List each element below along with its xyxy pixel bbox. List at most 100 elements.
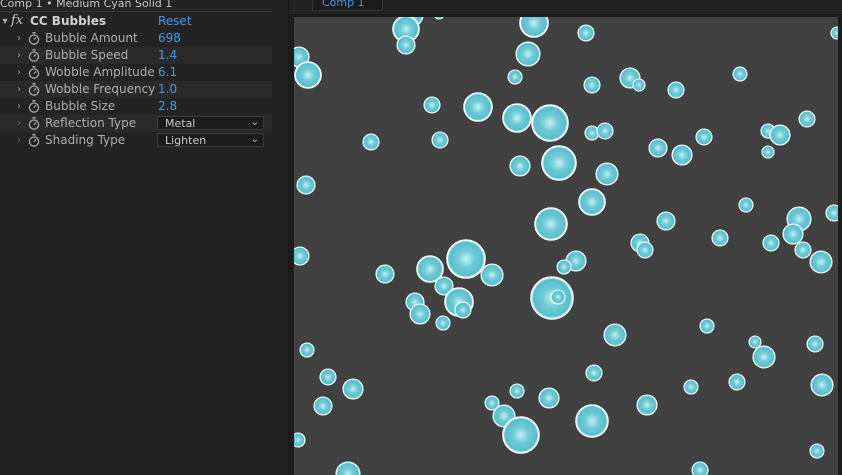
- bubble: [435, 315, 451, 331]
- bubble: [509, 383, 525, 399]
- bubble: [409, 303, 431, 325]
- stopwatch-icon[interactable]: [28, 134, 40, 147]
- twirl-closed-icon[interactable]: ›: [15, 81, 23, 98]
- bubble: [335, 461, 361, 475]
- stopwatch-icon[interactable]: [28, 49, 40, 62]
- composition-canvas[interactable]: [294, 17, 838, 475]
- fx-toggle-icon[interactable]: fx: [11, 12, 23, 29]
- stopwatch-icon[interactable]: [28, 66, 40, 79]
- reflection-type-dropdown[interactable]: Metal ⌄: [157, 116, 264, 130]
- effect-controls-panel: Comp 1 • Medium Cyan Solid 1 ▾ fx CC Bub…: [0, 0, 289, 475]
- composition-viewer: Comp 1: [289, 0, 842, 475]
- bubble-speed-value[interactable]: 1.4: [158, 47, 177, 64]
- bubble-size-value[interactable]: 2.8: [158, 98, 177, 115]
- stopwatch-icon[interactable]: [28, 32, 40, 45]
- bubble: [603, 323, 627, 347]
- bubble: [699, 318, 715, 334]
- bubble: [299, 342, 315, 358]
- bubble: [762, 234, 780, 252]
- chevron-down-icon: ⌄: [250, 134, 259, 145]
- viewer-tab-bar: Comp 1: [289, 0, 842, 15]
- shading-type-dropdown[interactable]: Lighten ⌄: [157, 133, 264, 147]
- bubble: [463, 92, 493, 122]
- bubble: [585, 364, 603, 382]
- chevron-down-icon: ⌄: [250, 117, 259, 128]
- property-label: Bubble Size: [45, 99, 116, 113]
- bubble-amount-value[interactable]: 698: [158, 30, 181, 47]
- twirl-open-icon[interactable]: ▾: [1, 13, 9, 30]
- wobble-frequency-value[interactable]: 1.0: [158, 81, 177, 98]
- stopwatch-icon[interactable]: [28, 83, 40, 96]
- property-label: Bubble Amount: [45, 31, 138, 45]
- panel-divider: [0, 11, 272, 12]
- bubble: [809, 250, 833, 274]
- tab-comp-1[interactable]: Comp 1: [312, 0, 383, 11]
- reset-button[interactable]: Reset: [158, 13, 192, 30]
- bubble: [534, 207, 568, 241]
- property-label: Shading Type: [45, 133, 126, 147]
- property-row-shading-type: › Shading Type Lighten ⌄: [0, 132, 272, 149]
- bubble: [595, 162, 619, 186]
- bubble: [294, 432, 306, 448]
- bubble: [798, 110, 816, 128]
- twirl-closed-icon[interactable]: ›: [15, 98, 23, 115]
- bubble: [695, 128, 713, 146]
- property-row-wobble-frequency: › Wobble Frequency 1.0: [0, 81, 272, 98]
- bubble: [294, 61, 322, 89]
- stopwatch-icon[interactable]: [28, 100, 40, 113]
- bubble: [809, 443, 825, 459]
- property-row-reflection-type: › Reflection Type Metal ⌄: [0, 115, 272, 132]
- bubble: [541, 145, 577, 181]
- twirl-closed-icon: ›: [17, 118, 21, 129]
- bubble: [423, 96, 441, 114]
- bubble: [761, 145, 775, 159]
- bubble: [342, 378, 364, 400]
- bubble: [375, 264, 395, 284]
- bubble: [396, 35, 416, 55]
- property-row-wobble-amplitude: › Wobble Amplitude 6.1: [0, 64, 272, 81]
- twirl-closed-icon: ›: [17, 135, 21, 146]
- bubble: [434, 17, 444, 20]
- property-label: Wobble Frequency: [45, 82, 156, 96]
- property-label: Reflection Type: [45, 116, 137, 130]
- bubble: [538, 387, 560, 409]
- dropdown-value: Metal: [165, 117, 196, 130]
- effect-header-row[interactable]: ▾ fx CC Bubbles Reset: [0, 13, 272, 30]
- bubble: [519, 17, 549, 38]
- bubble: [769, 124, 791, 146]
- effect-name: CC Bubbles: [30, 14, 107, 28]
- bubble: [732, 66, 748, 82]
- wobble-amplitude-value[interactable]: 6.1: [158, 64, 177, 81]
- bubble: [294, 246, 310, 266]
- twirl-closed-icon[interactable]: ›: [15, 64, 23, 81]
- bubble: [711, 229, 729, 247]
- property-row-bubble-amount: › Bubble Amount 698: [0, 30, 272, 47]
- bubble: [509, 155, 531, 177]
- bubble: [575, 404, 609, 438]
- dropdown-value: Lighten: [165, 134, 207, 147]
- bubble: [738, 197, 754, 213]
- bubble: [782, 223, 804, 245]
- bubble: [596, 122, 614, 140]
- bubble: [507, 69, 523, 85]
- bubble: [502, 103, 532, 133]
- bubble: [830, 26, 838, 40]
- stopwatch-icon[interactable]: [28, 117, 40, 130]
- bubble: [728, 373, 746, 391]
- bubble: [577, 24, 595, 42]
- bubble: [810, 373, 834, 397]
- bubble: [794, 241, 812, 259]
- bubble: [313, 396, 333, 416]
- bubble: [515, 41, 541, 67]
- twirl-closed-icon[interactable]: ›: [15, 47, 23, 64]
- bubble: [683, 379, 699, 395]
- bubble: [748, 335, 762, 349]
- bubble: [752, 345, 776, 369]
- bubble: [636, 241, 654, 259]
- bubble: [636, 394, 658, 416]
- bubble: [319, 368, 337, 386]
- bubble: [806, 335, 824, 353]
- bubble: [632, 78, 646, 92]
- twirl-closed-icon[interactable]: ›: [15, 30, 23, 47]
- panel-title: Comp 1 • Medium Cyan Solid 1: [0, 0, 173, 10]
